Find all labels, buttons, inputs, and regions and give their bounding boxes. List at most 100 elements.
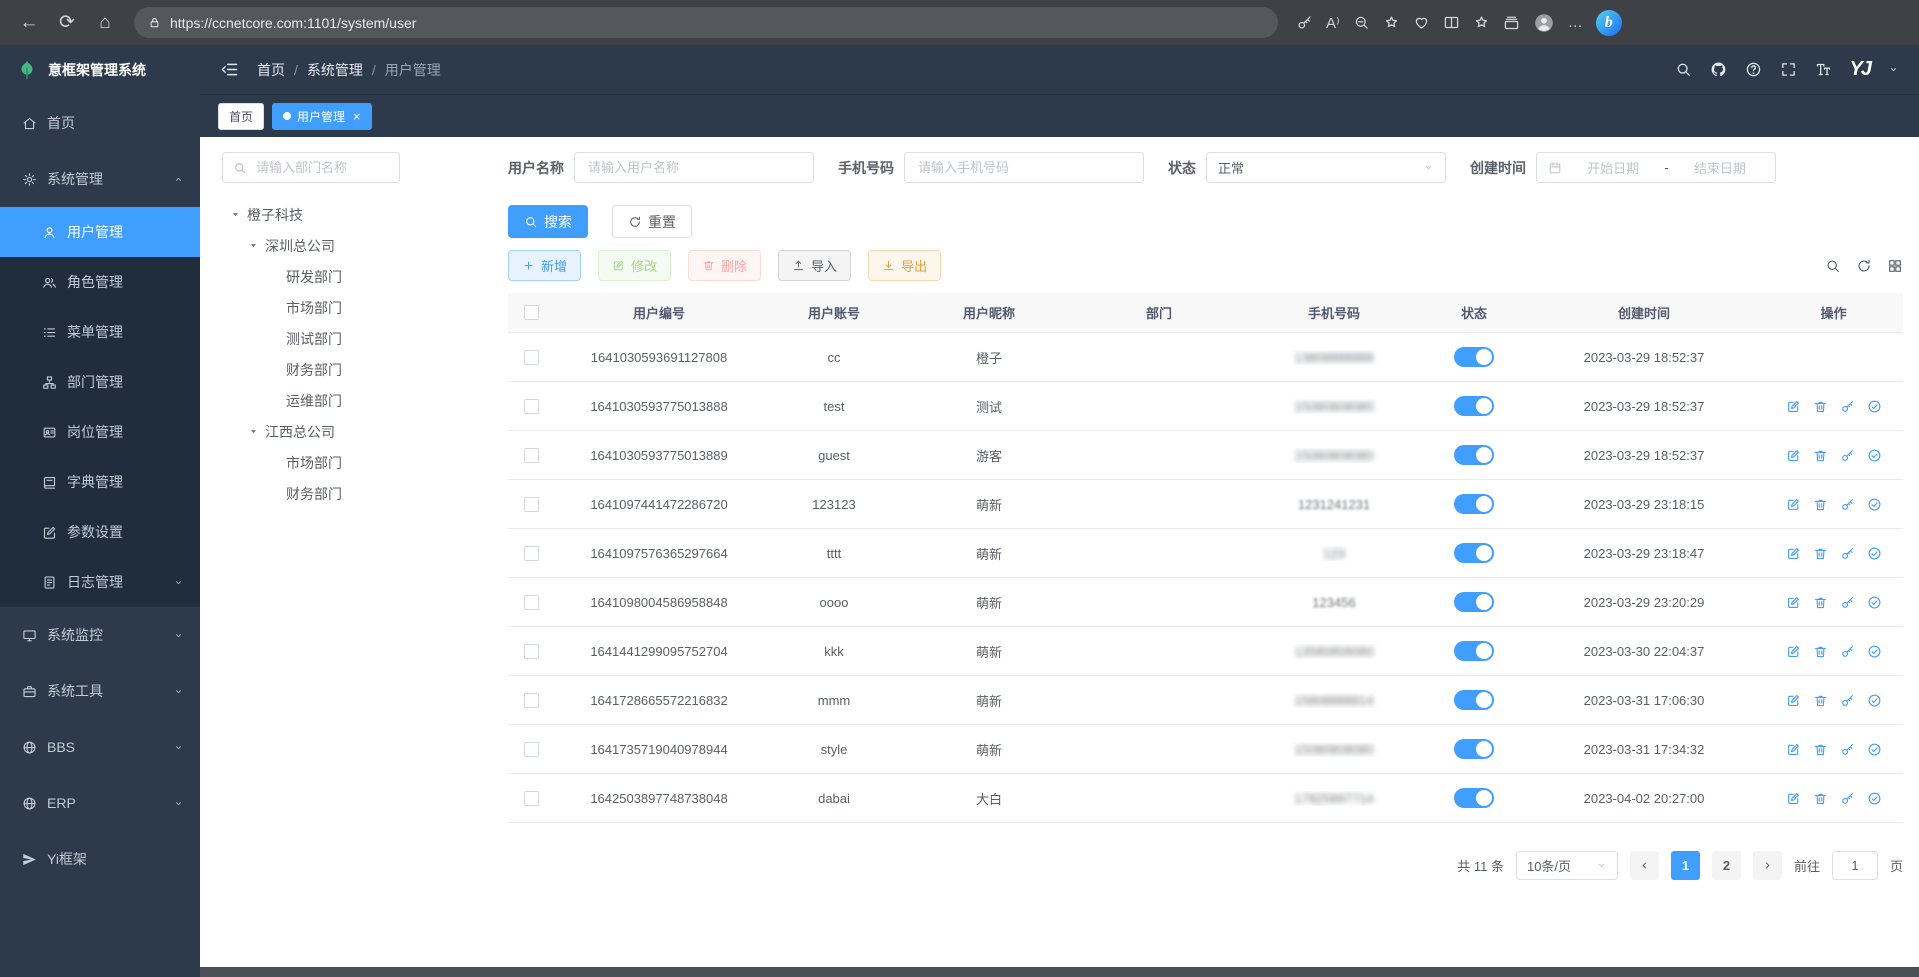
tree-node[interactable]: 财务部门 xyxy=(222,478,484,509)
next-page-button[interactable] xyxy=(1753,851,1782,880)
column-header[interactable]: 用户账号 xyxy=(764,303,904,322)
row-checkbox[interactable] xyxy=(524,595,539,610)
reset-password-icon[interactable] xyxy=(1840,448,1855,463)
row-checkbox[interactable] xyxy=(524,693,539,708)
tree-node[interactable]: 橙子科技 xyxy=(222,199,484,230)
page-2-button[interactable]: 2 xyxy=(1712,851,1741,880)
sidebar-item[interactable]: 系统监控 xyxy=(0,607,200,663)
delete-user-icon[interactable] xyxy=(1813,546,1828,561)
browser-menu-icon[interactable]: … xyxy=(1568,14,1583,31)
column-header[interactable]: 用户编号 xyxy=(554,303,764,322)
close-tag-icon[interactable]: × xyxy=(353,109,361,124)
status-toggle[interactable] xyxy=(1454,347,1494,367)
toolbar-button[interactable]: 新增 xyxy=(508,250,581,281)
reset-password-icon[interactable] xyxy=(1840,497,1855,512)
reset-password-icon[interactable] xyxy=(1840,546,1855,561)
browser-home-icon[interactable]: ⌂ xyxy=(88,6,122,40)
status-toggle[interactable] xyxy=(1454,641,1494,661)
edit-user-icon[interactable] xyxy=(1786,693,1801,708)
assign-role-icon[interactable] xyxy=(1867,595,1882,610)
toolbar-button[interactable]: 导入 xyxy=(778,250,851,281)
row-checkbox[interactable] xyxy=(524,644,539,659)
reset-password-icon[interactable] xyxy=(1840,595,1855,610)
assign-role-icon[interactable] xyxy=(1867,693,1882,708)
row-checkbox[interactable] xyxy=(524,350,539,365)
reset-password-icon[interactable] xyxy=(1840,791,1855,806)
sidebar-item[interactable]: 部门管理 xyxy=(0,357,200,407)
toolbar-button[interactable]: 导出 xyxy=(868,250,941,281)
delete-user-icon[interactable] xyxy=(1813,448,1828,463)
tree-node[interactable]: 财务部门 xyxy=(222,354,484,385)
columns-visibility-icon[interactable] xyxy=(1887,258,1903,274)
zoom-icon[interactable] xyxy=(1353,14,1370,31)
copilot-icon[interactable]: b xyxy=(1596,10,1622,36)
assign-role-icon[interactable] xyxy=(1867,497,1882,512)
column-header[interactable]: 操作 xyxy=(1764,303,1903,322)
edit-user-icon[interactable] xyxy=(1786,497,1801,512)
tree-node[interactable]: 市场部门 xyxy=(222,447,484,478)
row-checkbox[interactable] xyxy=(524,742,539,757)
sidebar-item[interactable]: ERP xyxy=(0,775,200,831)
user-logo[interactable]: YJ xyxy=(1850,58,1870,81)
sidebar-item[interactable]: 日志管理 xyxy=(0,557,200,607)
status-toggle[interactable] xyxy=(1454,396,1494,416)
delete-user-icon[interactable] xyxy=(1813,791,1828,806)
sidebar-item[interactable]: BBS xyxy=(0,719,200,775)
status-toggle[interactable] xyxy=(1454,592,1494,612)
sidebar-item[interactable]: Yi框架 xyxy=(0,831,200,887)
header-search-icon[interactable] xyxy=(1675,61,1692,78)
tree-node[interactable]: 测试部门 xyxy=(222,323,484,354)
address-bar[interactable]: https://ccnetcore.com:1101/system/user xyxy=(134,7,1278,38)
help-icon[interactable] xyxy=(1745,61,1762,78)
reset-password-icon[interactable] xyxy=(1840,644,1855,659)
assign-role-icon[interactable] xyxy=(1867,546,1882,561)
goto-page-input[interactable] xyxy=(1832,851,1878,880)
collapse-sidebar-icon[interactable] xyxy=(220,60,239,79)
tag-home[interactable]: 首页 xyxy=(218,103,264,130)
assign-role-icon[interactable] xyxy=(1867,791,1882,806)
sidebar-item[interactable]: 系统管理 xyxy=(0,151,200,207)
delete-user-icon[interactable] xyxy=(1813,595,1828,610)
assign-role-icon[interactable] xyxy=(1867,448,1882,463)
tree-node[interactable]: 江西总公司 xyxy=(222,416,484,447)
edit-user-icon[interactable] xyxy=(1786,742,1801,757)
profile-avatar[interactable] xyxy=(1533,12,1555,34)
status-toggle[interactable] xyxy=(1454,788,1494,808)
refresh-table-icon[interactable] xyxy=(1856,258,1872,274)
daterange-input[interactable]: 开始日期 - 结束日期 xyxy=(1536,152,1776,183)
sidebar-item[interactable]: 字典管理 xyxy=(0,457,200,507)
select-all-checkbox[interactable] xyxy=(524,305,539,320)
row-checkbox[interactable] xyxy=(524,399,539,414)
tree-node[interactable]: 研发部门 xyxy=(222,261,484,292)
status-toggle[interactable] xyxy=(1454,445,1494,465)
password-icon[interactable] xyxy=(1296,14,1313,31)
collections-icon[interactable] xyxy=(1503,14,1520,31)
read-aloud-icon[interactable]: A⁾ xyxy=(1326,14,1340,32)
reload-icon[interactable]: ⟳ xyxy=(50,6,84,40)
assign-role-icon[interactable] xyxy=(1867,644,1882,659)
tree-node[interactable]: 市场部门 xyxy=(222,292,484,323)
column-header[interactable]: 用户昵称 xyxy=(904,303,1074,322)
delete-user-icon[interactable] xyxy=(1813,399,1828,414)
search-button[interactable]: 搜索 xyxy=(508,205,588,238)
delete-user-icon[interactable] xyxy=(1813,644,1828,659)
phone-input[interactable] xyxy=(916,159,1132,176)
breadcrumb-item[interactable]: 系统管理 xyxy=(307,60,385,80)
reset-password-icon[interactable] xyxy=(1840,742,1855,757)
user-menu-caret-icon[interactable] xyxy=(1888,64,1899,75)
assign-role-icon[interactable] xyxy=(1867,742,1882,757)
favorites-bar-icon[interactable] xyxy=(1473,14,1490,31)
edit-user-icon[interactable] xyxy=(1786,546,1801,561)
toggle-search-icon[interactable] xyxy=(1825,258,1841,274)
dept-search-input[interactable] xyxy=(254,159,389,176)
reset-password-icon[interactable] xyxy=(1840,399,1855,414)
column-header[interactable]: 创建时间 xyxy=(1524,303,1764,322)
edit-user-icon[interactable] xyxy=(1786,399,1801,414)
sidebar-item[interactable]: 首页 xyxy=(0,95,200,151)
page-size-select[interactable]: 10条/页 xyxy=(1516,851,1618,880)
caret-down-icon[interactable] xyxy=(248,240,259,251)
browser-essentials-icon[interactable] xyxy=(1413,14,1430,31)
edit-user-icon[interactable] xyxy=(1786,595,1801,610)
favorite-add-icon[interactable] xyxy=(1383,14,1400,31)
sidebar-item[interactable]: 系统工具 xyxy=(0,663,200,719)
